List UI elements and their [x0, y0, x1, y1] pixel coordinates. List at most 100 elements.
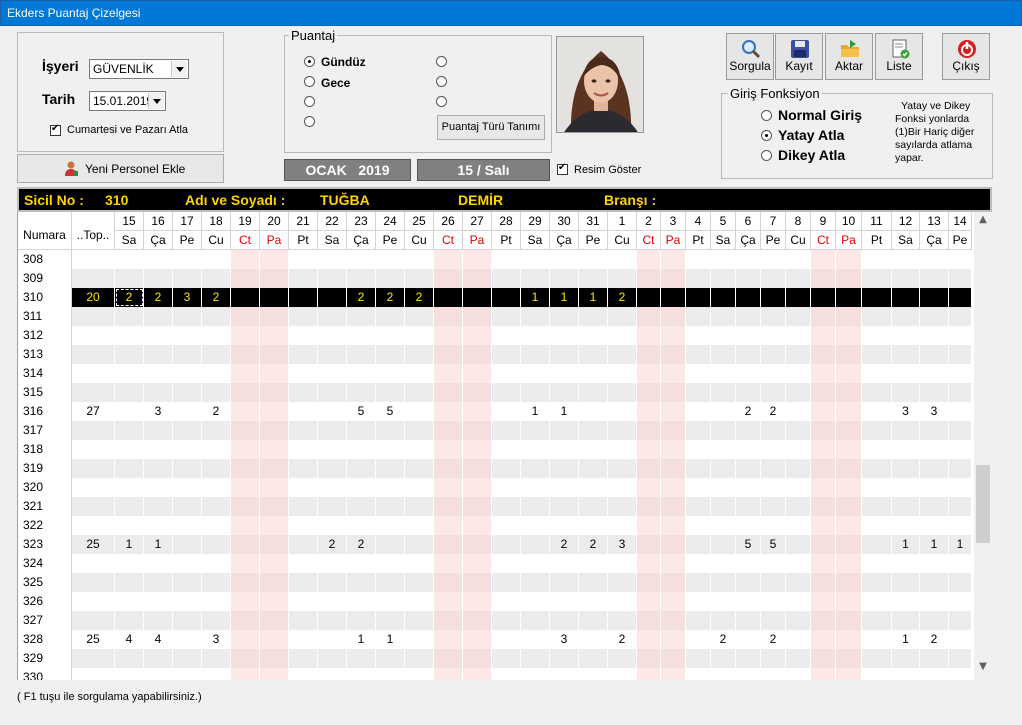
- grid-cell[interactable]: [463, 611, 492, 630]
- grid-cell[interactable]: [115, 611, 144, 630]
- grid-cell[interactable]: [736, 459, 761, 478]
- grid-cell[interactable]: [579, 307, 608, 326]
- grid-cell[interactable]: 1: [144, 535, 173, 554]
- grid-cell[interactable]: [786, 516, 811, 535]
- grid-cell[interactable]: [836, 402, 862, 421]
- grid-cell[interactable]: [376, 611, 405, 630]
- grid-cell[interactable]: [761, 269, 786, 288]
- grid-cell[interactable]: [289, 364, 318, 383]
- grid-cell[interactable]: [811, 421, 836, 440]
- grid-cell[interactable]: [521, 421, 550, 440]
- grid-cell[interactable]: [318, 402, 347, 421]
- grid-cell[interactable]: [347, 383, 376, 402]
- grid-cell[interactable]: [492, 573, 521, 592]
- grid-cell[interactable]: [736, 592, 761, 611]
- grid-cell[interactable]: [920, 288, 949, 307]
- grid-cell[interactable]: [144, 573, 173, 592]
- grid-cell[interactable]: [376, 668, 405, 680]
- grid-cell[interactable]: 1: [521, 288, 550, 307]
- grid-cell[interactable]: [347, 269, 376, 288]
- grid-cell[interactable]: [521, 592, 550, 611]
- grid-cell[interactable]: [836, 288, 862, 307]
- grid-cell[interactable]: [949, 554, 972, 573]
- grid-cell[interactable]: [949, 440, 972, 459]
- grid-cell[interactable]: [347, 573, 376, 592]
- grid-cell[interactable]: [836, 649, 862, 668]
- grid-cell[interactable]: 3: [144, 402, 173, 421]
- grid-cell[interactable]: [405, 478, 434, 497]
- grid-cell[interactable]: [711, 269, 736, 288]
- grid-cell[interactable]: [289, 421, 318, 440]
- grid-cell[interactable]: [920, 592, 949, 611]
- grid-cell[interactable]: [550, 326, 579, 345]
- grid-cell[interactable]: [115, 307, 144, 326]
- grid-cell[interactable]: [115, 326, 144, 345]
- grid-cell[interactable]: [550, 383, 579, 402]
- grid-cell[interactable]: [173, 630, 202, 649]
- grid-cell[interactable]: [579, 402, 608, 421]
- grid-cell[interactable]: [405, 535, 434, 554]
- grid-cell[interactable]: [811, 440, 836, 459]
- grid-cell[interactable]: [231, 516, 260, 535]
- chevron-down-icon[interactable]: [171, 61, 187, 77]
- grid-cell[interactable]: [736, 573, 761, 592]
- grid-cell[interactable]: [786, 573, 811, 592]
- grid-cell[interactable]: [115, 364, 144, 383]
- grid-cell[interactable]: [260, 326, 289, 345]
- grid-cell[interactable]: [231, 611, 260, 630]
- grid-cell[interactable]: [550, 421, 579, 440]
- grid-cell[interactable]: [376, 364, 405, 383]
- grid-cell[interactable]: [144, 421, 173, 440]
- grid-cell[interactable]: [786, 421, 811, 440]
- grid-cell[interactable]: [173, 554, 202, 573]
- grid-cell[interactable]: [144, 478, 173, 497]
- grid-cell[interactable]: [920, 611, 949, 630]
- grid-cell[interactable]: [434, 649, 463, 668]
- grid-cell[interactable]: [761, 440, 786, 459]
- grid-cell[interactable]: [318, 497, 347, 516]
- grid-cell[interactable]: [761, 516, 786, 535]
- grid-cell[interactable]: [434, 668, 463, 680]
- grid-cell[interactable]: [661, 250, 686, 269]
- grid-cell[interactable]: [376, 573, 405, 592]
- grid-cell[interactable]: [637, 326, 661, 345]
- grid-cell[interactable]: [686, 459, 711, 478]
- grid-cell[interactable]: [347, 345, 376, 364]
- grid-cell[interactable]: [579, 459, 608, 478]
- grid-cell[interactable]: [892, 459, 920, 478]
- grid-cell[interactable]: [579, 554, 608, 573]
- grid-cell[interactable]: [579, 421, 608, 440]
- grid-cell[interactable]: [892, 516, 920, 535]
- grid-cell[interactable]: [736, 345, 761, 364]
- grid-cell[interactable]: [434, 345, 463, 364]
- grid-cell[interactable]: [761, 649, 786, 668]
- chevron-down-icon[interactable]: [148, 93, 164, 109]
- grid-cell[interactable]: [260, 383, 289, 402]
- grid-cell[interactable]: [949, 649, 972, 668]
- grid-cell[interactable]: [202, 440, 231, 459]
- grid-cell[interactable]: [862, 250, 892, 269]
- radio-gunduz[interactable]: [304, 56, 315, 67]
- grid-cell[interactable]: [686, 440, 711, 459]
- grid-cell[interactable]: [376, 459, 405, 478]
- grid-cell[interactable]: [811, 668, 836, 680]
- grid-cell[interactable]: [608, 345, 637, 364]
- grid-cell[interactable]: [550, 611, 579, 630]
- grid-cell[interactable]: [836, 459, 862, 478]
- grid-cell[interactable]: [608, 497, 637, 516]
- grid-cell[interactable]: [376, 440, 405, 459]
- grid-cell[interactable]: [376, 592, 405, 611]
- grid-cell[interactable]: [463, 573, 492, 592]
- grid-cell[interactable]: [521, 497, 550, 516]
- grid-cell[interactable]: [836, 611, 862, 630]
- grid-cell[interactable]: [949, 668, 972, 680]
- grid-cell[interactable]: [608, 326, 637, 345]
- table-row[interactable]: 325: [18, 573, 974, 592]
- grid-cell[interactable]: 2: [550, 535, 579, 554]
- grid-cell[interactable]: [686, 668, 711, 680]
- grid-cell[interactable]: [711, 554, 736, 573]
- grid-cell[interactable]: [711, 478, 736, 497]
- grid-cell[interactable]: [231, 440, 260, 459]
- grid-cell[interactable]: [637, 592, 661, 611]
- grid-cell[interactable]: [761, 383, 786, 402]
